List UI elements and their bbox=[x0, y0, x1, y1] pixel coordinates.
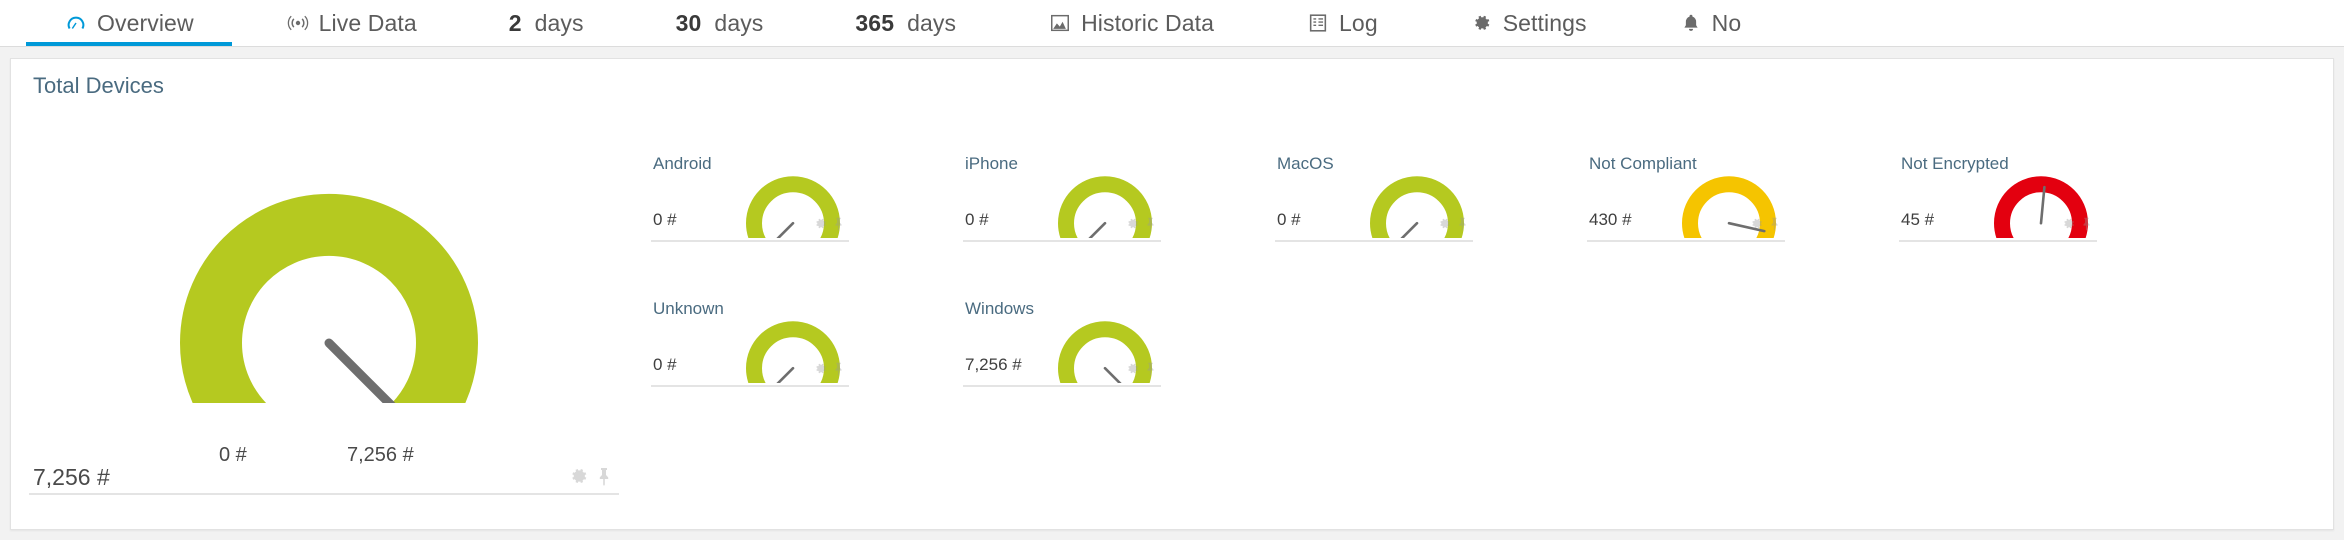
sensor-panel: Total Devices 0 # 7,256 # 7,256 # Androi… bbox=[10, 58, 2334, 530]
gear-icon[interactable] bbox=[1749, 216, 1764, 236]
tab-settings[interactable]: Settings bbox=[1424, 0, 1633, 46]
total-devices-card[interactable]: Total Devices 0 # 7,256 # 7,256 # bbox=[29, 73, 629, 513]
sensor-card-not-compliant[interactable]: Not Compliant 430 # bbox=[1587, 154, 1785, 257]
tab-no[interactable]: No bbox=[1633, 0, 1788, 46]
total-devices-actions bbox=[569, 466, 613, 491]
gear-icon[interactable] bbox=[813, 216, 828, 236]
total-devices-divider bbox=[29, 487, 619, 495]
sensor-card-iphone[interactable]: iPhone 0 # bbox=[963, 154, 1161, 257]
sensor-actions bbox=[1437, 216, 1469, 236]
sensor-actions bbox=[2061, 216, 2093, 236]
tab-label: days bbox=[907, 9, 957, 36]
sensor-card-macos[interactable]: MacOS 0 # bbox=[1275, 154, 1473, 257]
gear-icon[interactable] bbox=[2061, 216, 2076, 236]
pin-icon[interactable] bbox=[1456, 216, 1469, 236]
sensor-divider bbox=[963, 385, 1161, 387]
sensor-title: Windows bbox=[965, 299, 1034, 318]
sensor-actions bbox=[1125, 361, 1157, 381]
gear-icon[interactable] bbox=[813, 361, 828, 381]
tab-days-2[interactable]: 2 days bbox=[463, 0, 630, 46]
tab-label: No bbox=[1711, 9, 1742, 36]
tab-label: Log bbox=[1339, 9, 1378, 36]
tab-count: 30 bbox=[675, 9, 702, 36]
pin-icon[interactable] bbox=[2080, 216, 2093, 236]
gauge-icon bbox=[64, 11, 88, 35]
sensor-card-android[interactable]: Android 0 # bbox=[651, 154, 849, 257]
gear-icon[interactable] bbox=[1125, 361, 1140, 381]
sensor-value: 45 # bbox=[1901, 210, 1935, 229]
pin-icon[interactable] bbox=[595, 466, 613, 491]
sensor-value: 7,256 # bbox=[965, 355, 1022, 374]
dashboard-content: Total Devices 0 # 7,256 # 7,256 # Androi… bbox=[0, 47, 2344, 540]
tab-days-365[interactable]: 365 days bbox=[809, 0, 1002, 46]
total-devices-gauge bbox=[179, 103, 559, 449]
pin-icon[interactable] bbox=[1768, 216, 1781, 236]
sensor-actions bbox=[813, 361, 845, 381]
tab-label: Live Data bbox=[318, 9, 417, 36]
tab-label: days bbox=[714, 9, 764, 36]
tab-label: Settings bbox=[1502, 9, 1587, 36]
pin-icon[interactable] bbox=[832, 361, 845, 381]
gear-icon[interactable] bbox=[569, 466, 589, 491]
sensor-divider bbox=[1275, 240, 1473, 242]
total-devices-title: Total Devices bbox=[33, 73, 164, 98]
tab-log[interactable]: Log bbox=[1260, 0, 1424, 46]
sensor-card-not-encrypted[interactable]: Not Encrypted 45 # bbox=[1899, 154, 2097, 257]
pin-icon[interactable] bbox=[832, 216, 845, 236]
tab-days-30[interactable]: 30 days bbox=[630, 0, 810, 46]
sensor-divider bbox=[651, 240, 849, 242]
sensor-value: 0 # bbox=[653, 355, 677, 374]
sensor-actions bbox=[1749, 216, 1781, 236]
gear-icon bbox=[1470, 11, 1494, 35]
tab-overview[interactable]: Overview bbox=[18, 0, 240, 46]
sensor-title: MacOS bbox=[1277, 154, 1334, 173]
total-devices-min-label: 0 # bbox=[219, 444, 247, 466]
sensor-card-windows[interactable]: Windows 7,256 # bbox=[963, 299, 1161, 402]
sensor-divider bbox=[651, 385, 849, 387]
sensor-value: 0 # bbox=[1277, 210, 1301, 229]
bell-icon bbox=[1679, 11, 1703, 35]
sensor-card-unknown[interactable]: Unknown 0 # bbox=[651, 299, 849, 402]
sensor-title: iPhone bbox=[965, 154, 1018, 173]
chart-icon bbox=[1048, 11, 1072, 35]
pin-icon[interactable] bbox=[1144, 216, 1157, 236]
tab-label: days bbox=[534, 9, 584, 36]
sensor-divider bbox=[1587, 240, 1785, 242]
sensor-title: Android bbox=[653, 154, 712, 173]
sensor-divider bbox=[963, 240, 1161, 242]
sensor-value: 430 # bbox=[1589, 210, 1632, 229]
total-devices-max-label: 7,256 # bbox=[347, 444, 414, 466]
tab-label: Historic Data bbox=[1081, 9, 1215, 36]
list-icon bbox=[1306, 11, 1330, 35]
sensor-divider bbox=[1899, 240, 2097, 242]
tab-count: 365 bbox=[855, 9, 895, 36]
pin-icon[interactable] bbox=[1144, 361, 1157, 381]
gear-icon[interactable] bbox=[1125, 216, 1140, 236]
tab-live-data[interactable]: Live Data bbox=[240, 0, 463, 46]
tab-count: 2 bbox=[508, 9, 522, 36]
tab-historic-data[interactable]: Historic Data bbox=[1002, 0, 1260, 46]
main-tab-bar: Overview Live Data 2 days 30 days 365 days Histo… bbox=[0, 0, 2344, 47]
sensor-value: 0 # bbox=[653, 210, 677, 229]
sensor-value: 0 # bbox=[965, 210, 989, 229]
gear-icon[interactable] bbox=[1437, 216, 1452, 236]
broadcast-icon bbox=[286, 11, 310, 35]
sensor-title: Unknown bbox=[653, 299, 724, 318]
sensor-actions bbox=[1125, 216, 1157, 236]
sensor-actions bbox=[813, 216, 845, 236]
tab-label: Overview bbox=[97, 9, 194, 36]
